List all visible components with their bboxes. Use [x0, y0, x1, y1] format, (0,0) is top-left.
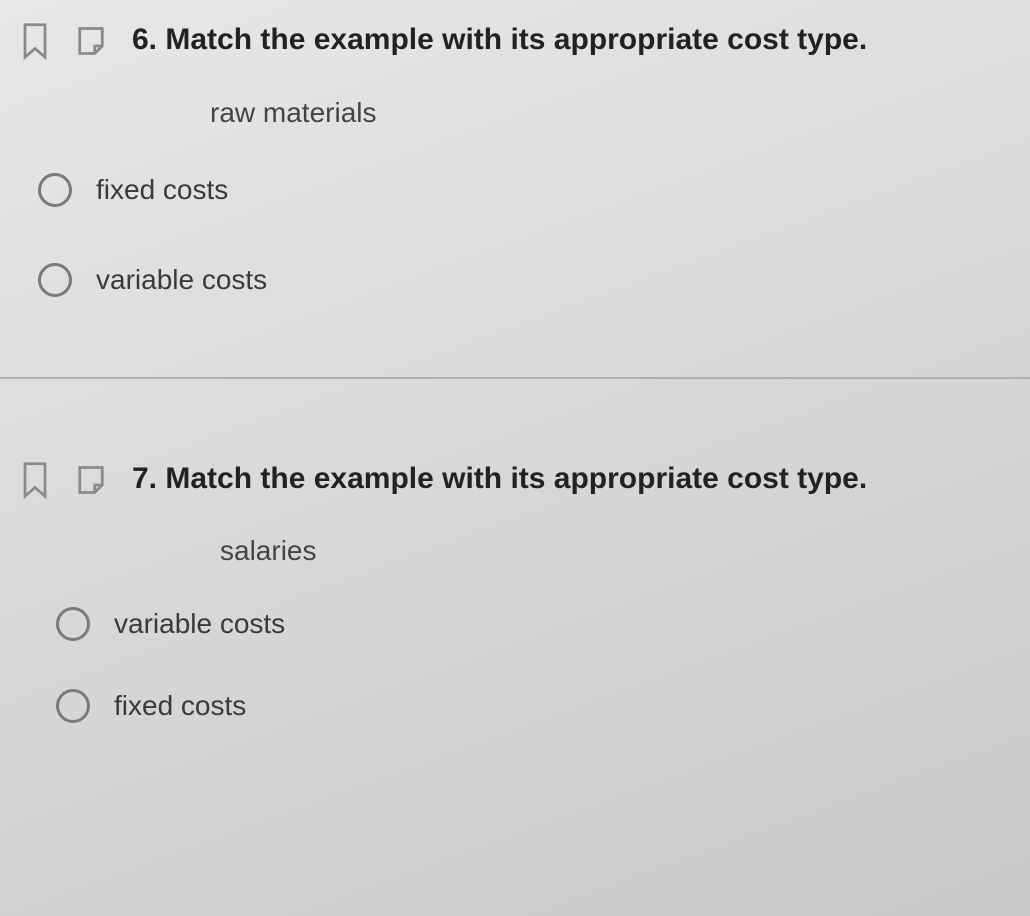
option-label: fixed costs — [114, 690, 246, 722]
question-number: 6. — [132, 23, 157, 56]
radio-icon[interactable] — [56, 689, 90, 723]
icon-column — [20, 20, 106, 60]
option-row[interactable]: fixed costs — [38, 173, 1010, 207]
radio-icon[interactable] — [38, 173, 72, 207]
bookmark-icon[interactable] — [20, 461, 50, 499]
question-block: 6. Match the example with its appropriat… — [0, 0, 1030, 337]
question-number: 7. — [132, 462, 157, 495]
question-header: 6. Match the example with its appropriat… — [20, 20, 1010, 61]
question-prompt: Match the example with its appropriate c… — [165, 23, 867, 56]
radio-icon[interactable] — [56, 607, 90, 641]
options-list: variable costs fixed costs — [56, 607, 1010, 723]
bookmark-icon[interactable] — [20, 22, 50, 60]
question-title: 7. Match the example with its appropriat… — [132, 459, 1010, 500]
option-row[interactable]: variable costs — [56, 607, 1010, 641]
radio-icon[interactable] — [38, 263, 72, 297]
question-divider — [0, 377, 1030, 379]
question-prompt: Match the example with its appropriate c… — [165, 462, 867, 495]
option-label: fixed costs — [96, 174, 228, 206]
note-icon[interactable] — [76, 22, 106, 60]
question-example: raw materials — [210, 97, 1010, 129]
icon-column — [20, 459, 106, 499]
options-list: fixed costs variable costs — [38, 173, 1010, 297]
note-icon[interactable] — [76, 461, 106, 499]
question-title: 6. Match the example with its appropriat… — [132, 20, 1010, 61]
option-label: variable costs — [114, 608, 285, 640]
option-label: variable costs — [96, 264, 267, 296]
question-block: 7. Match the example with its appropriat… — [0, 439, 1030, 764]
option-row[interactable]: variable costs — [38, 263, 1010, 297]
option-row[interactable]: fixed costs — [56, 689, 1010, 723]
question-example: salaries — [220, 535, 1010, 567]
question-header: 7. Match the example with its appropriat… — [20, 459, 1010, 500]
